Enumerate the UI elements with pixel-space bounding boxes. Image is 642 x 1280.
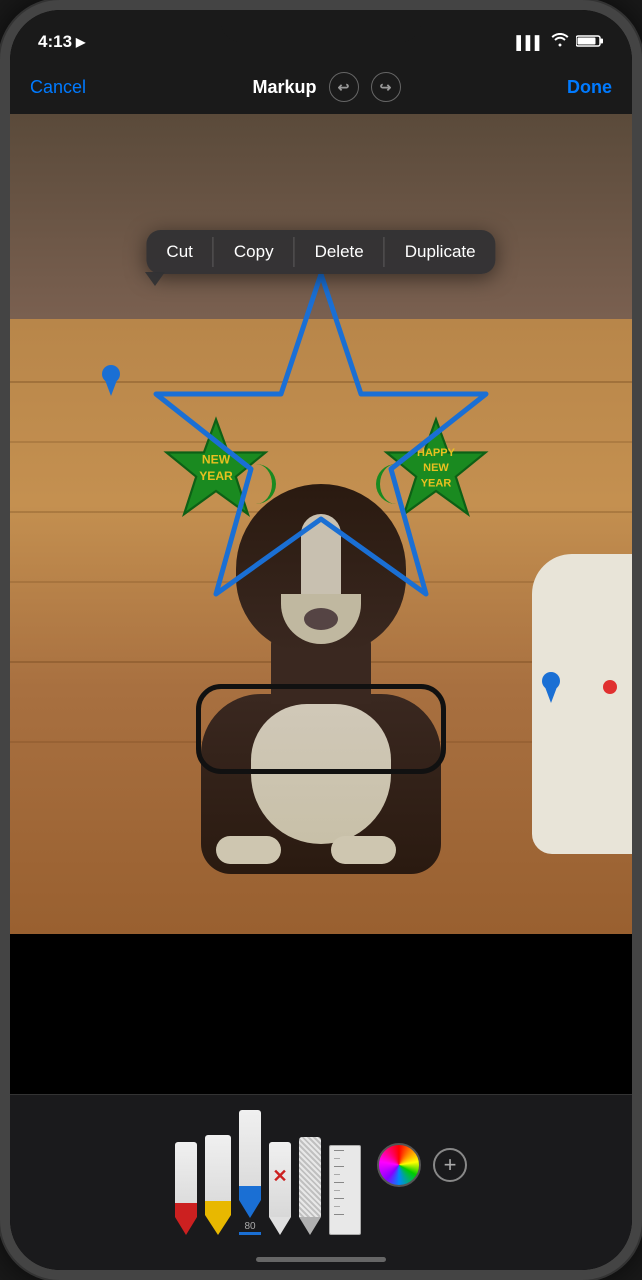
photo-container: NEW YEAR HAPPY NEW YEAR [10,114,632,934]
battery-icon [576,34,604,51]
cut-menu-item[interactable]: Cut [146,230,212,274]
dog-nose [304,608,338,630]
undo-icon: ↩ [338,79,350,96]
volume-up-button[interactable] [0,270,2,340]
svg-text:NEW: NEW [202,453,231,467]
svg-text:YEAR: YEAR [199,469,233,483]
nav-bar: Cancel Markup ↩ ↪ Done [10,60,632,114]
yellow-marker-tool[interactable] [205,1095,231,1235]
add-tool-button[interactable]: + [433,1148,467,1182]
duplicate-menu-item[interactable]: Duplicate [385,230,496,274]
selection-handle-top[interactable] [102,362,120,401]
plus-icon: + [444,1152,457,1178]
context-menu-arrow [145,272,165,286]
red-collar-dot [603,680,617,694]
redo-button[interactable]: ↪ [371,72,401,102]
photo-background-upper [10,114,632,319]
pencil-tool[interactable] [299,1095,321,1235]
dog-harness [196,684,446,774]
blue-pen-tool[interactable]: 80 [239,1095,261,1235]
time-display: 4:13 [38,32,72,52]
eraser-x-icon: ✕ [272,1166,287,1187]
svg-text:NEW: NEW [423,462,449,474]
done-button[interactable]: Done [567,77,612,98]
location-icon: ▶ [76,35,85,49]
star-headband-left: NEW YEAR [161,414,271,529]
ruler-body [329,1145,361,1235]
undo-button[interactable]: ↩ [329,72,359,102]
dog-silhouette: NEW YEAR HAPPY NEW YEAR [171,424,471,874]
ruler-tool[interactable] [329,1095,361,1235]
svg-text:YEAR: YEAR [421,478,452,490]
ruler-marks [330,1150,360,1215]
status-time: 4:13 ▶ [38,32,85,52]
color-wheel-button[interactable] [377,1143,421,1187]
volume-silent-button[interactable] [0,210,2,250]
markup-title: Markup [253,77,317,98]
volume-down-button[interactable] [0,360,2,430]
dog-paw-right [331,836,396,864]
svg-text:HAPPY: HAPPY [417,447,456,459]
redo-icon: ↪ [380,79,392,96]
selection-handle-bottom[interactable] [542,669,560,708]
phone-screen: 4:13 ▶ ▌▌▌ [10,10,632,1270]
tool-size-label: 80 [244,1221,255,1232]
home-bar [256,1257,386,1262]
wifi-icon [551,33,569,52]
status-icons: ▌▌▌ [516,33,604,52]
star-headband-right: HAPPY NEW YEAR [381,414,491,529]
bottom-toolbar: 80 ✕ [10,1094,632,1270]
red-pen-tool[interactable] [175,1095,197,1235]
phone-frame: 4:13 ▶ ▌▌▌ [0,0,642,1280]
delete-menu-item[interactable]: Delete [295,230,384,274]
cancel-button[interactable]: Cancel [30,77,86,98]
dog-paw-left [216,836,281,864]
tools-row: 80 ✕ [10,1095,632,1235]
eraser-tool[interactable]: ✕ [269,1095,291,1235]
photo-area: NEW YEAR HAPPY NEW YEAR [10,114,632,934]
nav-title: Markup ↩ ↪ [253,72,401,102]
signal-icon: ▌▌▌ [516,35,544,50]
headband-connector-right [376,464,396,504]
context-menu: Cut Copy Delete Duplicate [146,230,495,274]
notch [221,10,421,42]
copy-menu-item[interactable]: Copy [214,230,294,274]
